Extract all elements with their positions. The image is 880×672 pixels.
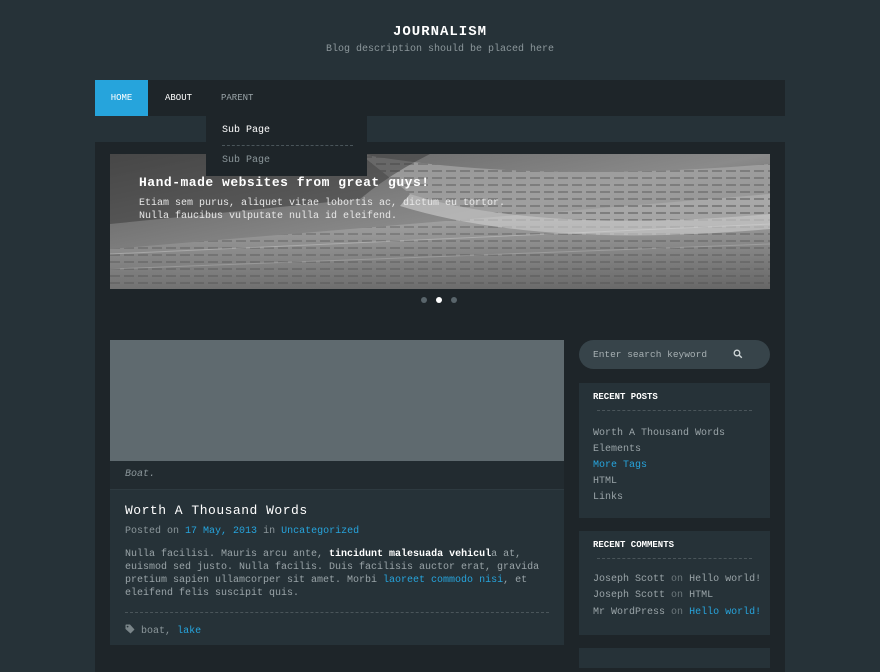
recent-posts-title: RECENT POSTS xyxy=(593,392,658,402)
slider-dot-3[interactable] xyxy=(451,297,457,303)
comment-on: on xyxy=(671,607,684,618)
comment-author[interactable]: Joseph Scott xyxy=(593,590,665,601)
post-featured-image[interactable] xyxy=(110,340,564,461)
slide-text: Etiam sem purus, aliquet vitae lobortis … xyxy=(139,198,506,222)
slider-dot-2[interactable] xyxy=(436,297,442,303)
tag-lake[interactable]: lake xyxy=(177,626,201,637)
post-date-link[interactable]: 17 May, 2013 xyxy=(185,526,257,537)
slider-dot-1[interactable] xyxy=(421,297,427,303)
dropdown-item-sub-page-2[interactable]: Sub Page xyxy=(222,155,270,166)
sidebar-widget-partial xyxy=(579,648,770,668)
recent-post-item[interactable]: HTML xyxy=(593,476,617,487)
tag-boat[interactable]: boat xyxy=(141,626,165,637)
excerpt-text-1: Nulla facilisi. Mauris arcu ante, xyxy=(125,549,330,560)
recent-comments-widget: RECENT COMMENTS Joseph Scott on Hello wo… xyxy=(579,531,770,635)
recent-comment-item: Joseph Scott on Hello world! xyxy=(593,574,761,585)
recent-post-item[interactable]: Elements xyxy=(593,444,641,455)
recent-post-item[interactable]: More Tags xyxy=(593,460,647,471)
excerpt-link[interactable]: laoreet commodo nisi xyxy=(383,575,503,586)
comment-author[interactable]: Mr WordPress xyxy=(593,607,665,618)
tag-icon xyxy=(125,624,135,634)
post-title[interactable]: Worth A Thousand Words xyxy=(125,503,308,518)
recent-posts-widget: RECENT POSTS Worth A Thousand Words Elem… xyxy=(579,383,770,518)
nav-dropdown: Sub Page Sub Page xyxy=(206,116,367,176)
recent-comment-item: Mr WordPress on Hello world! xyxy=(593,607,761,618)
post-tags: boat, lake xyxy=(125,624,201,637)
dropdown-divider xyxy=(222,145,353,146)
dropdown-item-sub-page-1[interactable]: Sub Page xyxy=(222,125,270,136)
post-category-link[interactable]: Uncategorized xyxy=(281,526,359,537)
blog-post: Boat. Worth A Thousand Words Posted on 1… xyxy=(110,340,564,645)
nav-about[interactable]: ABOUT xyxy=(165,80,192,116)
post-excerpt: Nulla facilisi. Mauris arcu ante, tincid… xyxy=(125,548,551,600)
comment-on: on xyxy=(671,574,684,585)
image-caption: Boat. xyxy=(110,461,564,490)
search-input[interactable] xyxy=(593,347,733,361)
tag-separator: , xyxy=(165,626,172,637)
comment-post-link[interactable]: Hello world! xyxy=(689,574,761,585)
recent-comments-title: RECENT COMMENTS xyxy=(593,540,675,550)
comment-post-link[interactable]: Hello world! xyxy=(689,607,761,618)
post-meta: Posted on 17 May, 2013 in Uncategorized xyxy=(125,526,359,537)
widget-divider xyxy=(597,558,752,559)
widget-divider xyxy=(597,410,752,411)
main-navigation: HOME ABOUT PARENT xyxy=(95,80,785,116)
recent-comment-item: Joseph Scott on HTML xyxy=(593,590,713,601)
site-title[interactable]: JOURNALISM xyxy=(0,24,880,40)
search-icon[interactable] xyxy=(733,349,743,359)
meta-in: in xyxy=(263,526,276,537)
comment-post-link[interactable]: HTML xyxy=(689,590,713,601)
search-box xyxy=(579,340,770,369)
meta-posted-on: Posted on xyxy=(125,526,180,537)
caption-text: Boat. xyxy=(125,469,156,480)
recent-post-item[interactable]: Worth A Thousand Words xyxy=(593,428,725,439)
nav-parent[interactable]: PARENT xyxy=(221,80,253,116)
site-description: Blog description should be placed here xyxy=(325,44,555,55)
comment-on: on xyxy=(671,590,684,601)
recent-post-item[interactable]: Links xyxy=(593,492,623,503)
slide-title: Hand-made websites from great guys! xyxy=(139,175,430,190)
nav-home[interactable]: HOME xyxy=(95,80,148,116)
excerpt-bold: tincidunt malesuada vehicul xyxy=(329,549,492,560)
post-divider xyxy=(125,612,549,613)
comment-author[interactable]: Joseph Scott xyxy=(593,574,665,585)
